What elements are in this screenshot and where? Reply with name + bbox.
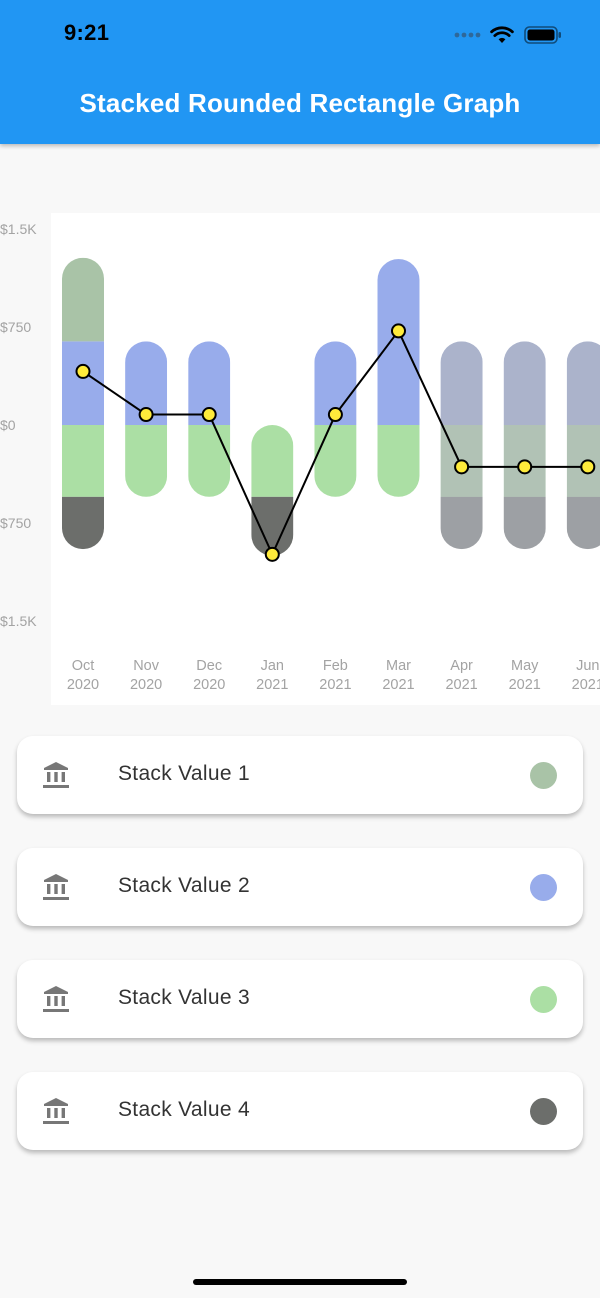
bar-group[interactable]: [503, 341, 546, 550]
bar-segment: [62, 257, 104, 342]
screen: 9:21 Stacked Rounded Rectangle Graph $1.…: [0, 0, 600, 1298]
trend-point[interactable]: [327, 407, 343, 423]
bar-group[interactable]: [566, 341, 600, 550]
trend-point[interactable]: [454, 459, 470, 475]
wifi-icon: [490, 26, 514, 43]
y-tick-label: $1.5K: [0, 613, 37, 629]
status-icons: [454, 22, 562, 48]
y-tick-label: $750: [0, 515, 31, 531]
bar-group[interactable]: [62, 257, 104, 550]
bar-segment: [125, 425, 168, 497]
trend-point[interactable]: [138, 407, 154, 423]
legend-color-dot: [530, 762, 557, 789]
bar-segment-shade: [440, 496, 483, 550]
legend-card-label: Stack Value 3: [118, 986, 250, 1009]
trend-point[interactable]: [75, 363, 91, 379]
app-bar: 9:21 Stacked Rounded Rectangle Graph: [0, 0, 600, 144]
bank-icon: [43, 1098, 69, 1124]
bar-segment: [314, 425, 357, 497]
trend-point[interactable]: [580, 459, 596, 475]
trend-point[interactable]: [201, 407, 217, 423]
bar-segment: [377, 259, 420, 425]
legend-card-3[interactable]: Stack Value 3: [17, 960, 583, 1038]
bar-segment-shade: [440, 341, 483, 425]
legend-color-dot: [530, 1098, 557, 1125]
trend-point[interactable]: [264, 546, 280, 562]
bar-segment: [377, 425, 420, 497]
stacked-bar-chart: $1.5K $750 $0 $750 $1.5K Oct 2020 Nov 2020 Dec 20…: [0, 200, 600, 710]
legend-list: Stack Value 1 Stack Value 2 Stack Value …: [17, 736, 583, 1184]
chart-svg: $1.5K$750$0$750$1.5K Oct 2020Nov 2020Dec 20…: [0, 213, 600, 705]
y-tick-label: $750: [0, 319, 31, 335]
bank-icon: [43, 762, 69, 788]
bar-segment: [62, 425, 104, 497]
legend-color-dot: [530, 986, 557, 1013]
legend-card-label: Stack Value 1: [118, 762, 250, 785]
trend-point[interactable]: [391, 323, 406, 339]
legend-card-label: Stack Value 4: [118, 1098, 250, 1121]
page-title: Stacked Rounded Rectangle Graph: [79, 88, 521, 118]
legend-card-label: Stack Value 2: [118, 874, 250, 897]
bar-segment: [62, 341, 104, 425]
legend-color-dot: [530, 874, 557, 901]
bar-group[interactable]: [377, 259, 420, 497]
bar-segment: [62, 496, 104, 550]
y-tick-label: $1.5K: [0, 221, 37, 237]
y-tick-label: $0: [0, 417, 16, 433]
status-time: 9:21: [64, 20, 110, 45]
bar-segment-shade: [566, 341, 600, 425]
bar-group[interactable]: [251, 425, 294, 556]
trend-point[interactable]: [517, 459, 533, 475]
legend-card-2[interactable]: Stack Value 2: [17, 848, 583, 926]
battery-icon: [524, 26, 561, 44]
home-indicator[interactable]: [193, 1279, 407, 1285]
bar-segment: [251, 425, 294, 497]
bar-segment: [188, 425, 231, 497]
cellular-signal-icon: [454, 32, 481, 38]
bar-segment-shade: [503, 496, 546, 550]
legend-card-1[interactable]: Stack Value 1: [17, 736, 583, 814]
bar-segment-shade: [503, 341, 546, 425]
bank-icon: [43, 874, 69, 900]
bar-segment-shade: [566, 496, 600, 550]
bank-icon: [43, 986, 69, 1012]
bar-segment: [251, 496, 294, 556]
bar-group[interactable]: [440, 341, 483, 550]
legend-card-4[interactable]: Stack Value 4: [17, 1072, 583, 1150]
